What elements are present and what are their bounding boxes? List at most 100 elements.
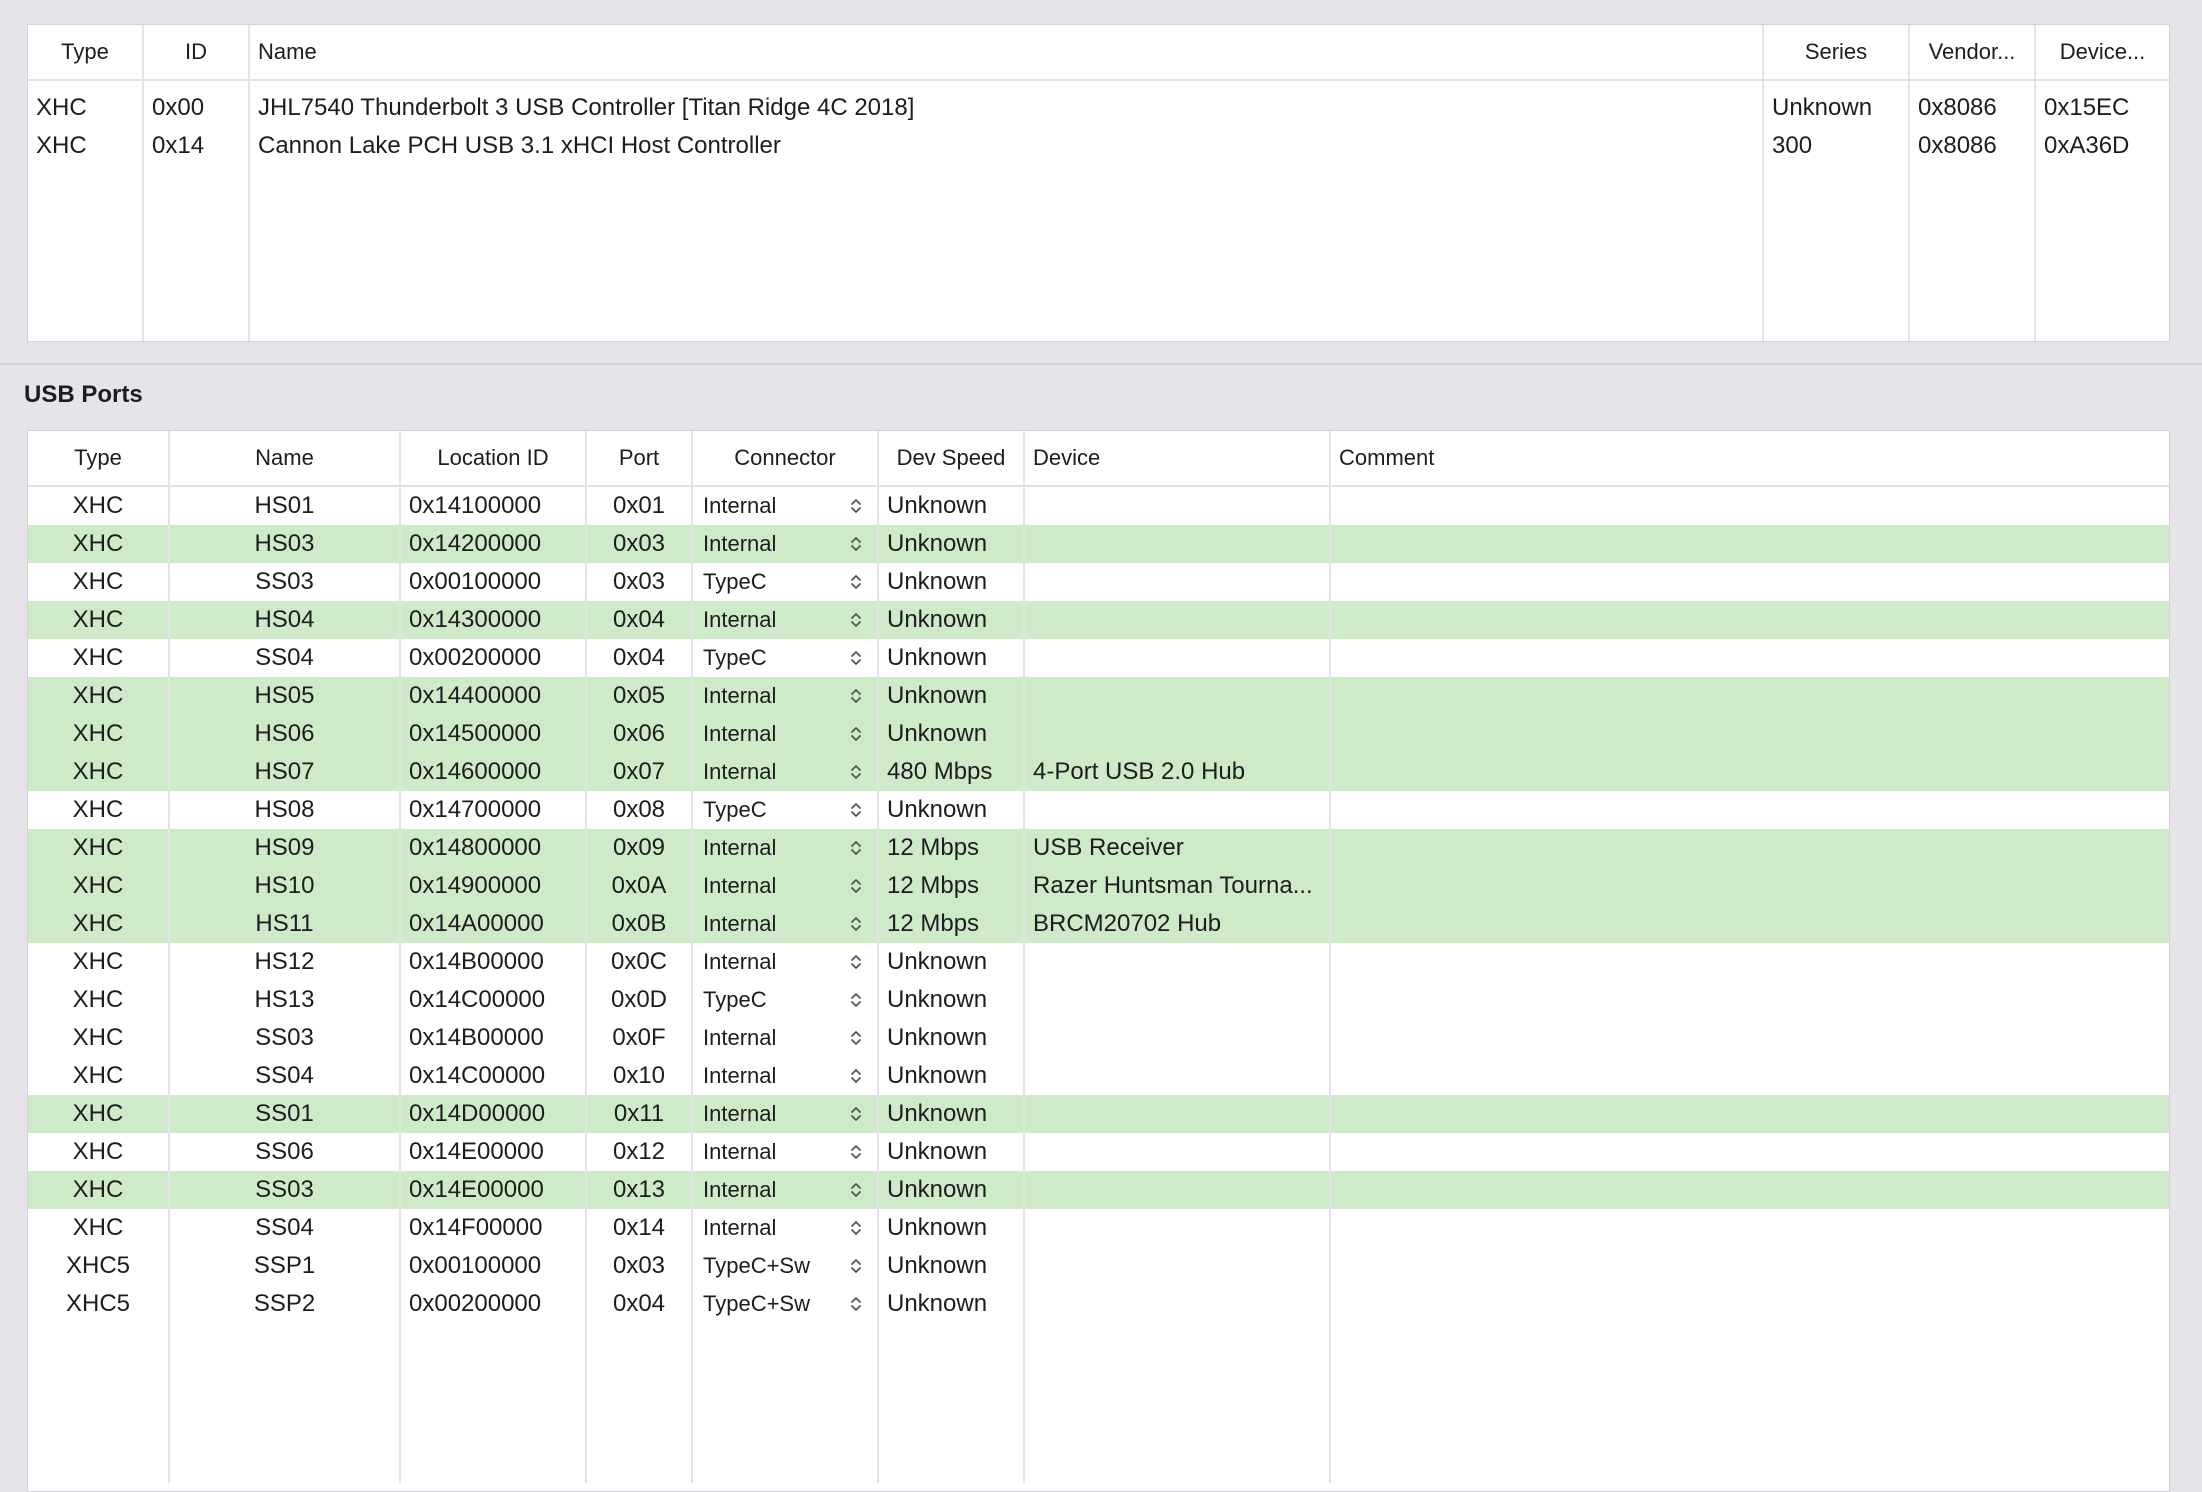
chevron-up-down-icon[interactable]	[849, 762, 863, 782]
usb-port-row[interactable]: XHC HS12 0x14B00000 0x0C Internal Unknown	[28, 943, 2169, 981]
connector-select[interactable]: Internal	[691, 905, 878, 943]
connector-popup[interactable]: TypeC	[694, 569, 877, 595]
port-comment-cell[interactable]	[1329, 639, 2169, 677]
column-header-dev-speed[interactable]: Dev Speed	[877, 431, 1024, 487]
column-header-device[interactable]: Device...	[2034, 25, 2169, 81]
port-comment-cell[interactable]	[1329, 1171, 2169, 1209]
usb-port-row[interactable]: XHC SS04 0x00200000 0x04 TypeC Unknown	[28, 639, 2169, 677]
connector-select[interactable]: Internal	[691, 1057, 878, 1095]
usb-port-row[interactable]: XHC HS11 0x14A00000 0x0B Internal 12 Mbps BRCM…	[28, 905, 2169, 943]
port-comment-cell[interactable]	[1329, 867, 2169, 905]
column-header-name[interactable]: Name	[168, 431, 400, 487]
port-comment-cell[interactable]	[1329, 563, 2169, 601]
usb-port-row[interactable]: XHC HS04 0x14300000 0x04 Internal Unknown	[28, 601, 2169, 639]
connector-select[interactable]: Internal	[691, 829, 878, 867]
chevron-up-down-icon[interactable]	[849, 1104, 863, 1124]
connector-select[interactable]: Internal	[691, 1171, 878, 1209]
connector-popup[interactable]: Internal	[694, 1101, 877, 1127]
connector-select[interactable]: TypeC+Sw	[691, 1247, 878, 1285]
connector-select[interactable]: Internal	[691, 1095, 878, 1133]
chevron-up-down-icon[interactable]	[849, 648, 863, 668]
port-comment-cell[interactable]	[1329, 1095, 2169, 1133]
connector-select[interactable]: Internal	[691, 715, 878, 753]
connector-popup[interactable]: Internal	[694, 607, 877, 633]
connector-popup[interactable]: Internal	[694, 721, 877, 747]
connector-popup[interactable]: TypeC+Sw	[694, 1253, 877, 1279]
column-header-id[interactable]: ID	[142, 25, 249, 81]
usb-port-row[interactable]: XHC HS10 0x14900000 0x0A Internal 12 Mbps Raze…	[28, 867, 2169, 905]
chevron-up-down-icon[interactable]	[849, 572, 863, 592]
usb-port-row[interactable]: XHC5 SSP2 0x00200000 0x04 TypeC+Sw Unknown	[28, 1285, 2169, 1323]
port-comment-cell[interactable]	[1329, 1133, 2169, 1171]
connector-popup[interactable]: Internal	[694, 835, 877, 861]
port-comment-cell[interactable]	[1329, 1057, 2169, 1095]
usb-port-row[interactable]: XHC SS01 0x14D00000 0x11 Internal Unknown	[28, 1095, 2169, 1133]
connector-select[interactable]: TypeC	[691, 791, 878, 829]
connector-select[interactable]: Internal	[691, 677, 878, 715]
port-comment-cell[interactable]	[1329, 525, 2169, 563]
controller-row[interactable]: XHC 0x14 Cannon Lake PCH USB 3.1 xHCI Host…	[28, 127, 2169, 165]
usb-port-row[interactable]: XHC HS06 0x14500000 0x06 Internal Unknown	[28, 715, 2169, 753]
column-header-name[interactable]: Name	[248, 25, 1763, 81]
usb-port-row[interactable]: XHC HS05 0x14400000 0x05 Internal Unknown	[28, 677, 2169, 715]
usb-port-row[interactable]: XHC HS07 0x14600000 0x07 Internal 480 Mbps 4-P…	[28, 753, 2169, 791]
usb-port-row[interactable]: XHC SS04 0x14C00000 0x10 Internal Unknown	[28, 1057, 2169, 1095]
connector-popup[interactable]: Internal	[694, 759, 877, 785]
connector-select[interactable]: TypeC+Sw	[691, 1285, 878, 1323]
connector-select[interactable]: Internal	[691, 1209, 878, 1247]
column-header-series[interactable]: Series	[1762, 25, 1909, 81]
usb-port-row[interactable]: XHC SS03 0x00100000 0x03 TypeC Unknown	[28, 563, 2169, 601]
usb-port-row[interactable]: XHC HS09 0x14800000 0x09 Internal 12 Mbps USB …	[28, 829, 2169, 867]
connector-select[interactable]: Internal	[691, 943, 878, 981]
port-comment-cell[interactable]	[1329, 829, 2169, 867]
chevron-up-down-icon[interactable]	[849, 686, 863, 706]
port-comment-cell[interactable]	[1329, 1285, 2169, 1323]
chevron-up-down-icon[interactable]	[849, 914, 863, 934]
port-comment-cell[interactable]	[1329, 1209, 2169, 1247]
chevron-up-down-icon[interactable]	[849, 1218, 863, 1238]
column-header-location-id[interactable]: Location ID	[399, 431, 586, 487]
chevron-up-down-icon[interactable]	[849, 534, 863, 554]
connector-popup[interactable]: Internal	[694, 911, 877, 937]
port-comment-cell[interactable]	[1329, 753, 2169, 791]
usb-port-row[interactable]: XHC HS08 0x14700000 0x08 TypeC Unknown	[28, 791, 2169, 829]
connector-popup[interactable]: Internal	[694, 493, 877, 519]
connector-select[interactable]: Internal	[691, 867, 878, 905]
port-comment-cell[interactable]	[1329, 981, 2169, 1019]
chevron-up-down-icon[interactable]	[849, 1180, 863, 1200]
controller-row[interactable]: XHC 0x00 JHL7540 Thunderbolt 3 USB Control…	[28, 80, 2169, 127]
connector-popup[interactable]: TypeC	[694, 797, 877, 823]
port-comment-cell[interactable]	[1329, 791, 2169, 829]
chevron-up-down-icon[interactable]	[849, 496, 863, 516]
connector-select[interactable]: Internal	[691, 1133, 878, 1171]
column-header-device[interactable]: Device	[1023, 431, 1330, 487]
connector-popup[interactable]: Internal	[694, 1139, 877, 1165]
connector-select[interactable]: TypeC	[691, 981, 878, 1019]
connector-select[interactable]: Internal	[691, 601, 878, 639]
chevron-up-down-icon[interactable]	[849, 876, 863, 896]
connector-popup[interactable]: TypeC	[694, 645, 877, 671]
connector-select[interactable]: TypeC	[691, 639, 878, 677]
usb-port-row[interactable]: XHC SS03 0x14B00000 0x0F Internal Unknown	[28, 1019, 2169, 1057]
port-comment-cell[interactable]	[1329, 715, 2169, 753]
column-header-port[interactable]: Port	[585, 431, 692, 487]
connector-select[interactable]: Internal	[691, 486, 878, 525]
connector-popup[interactable]: Internal	[694, 873, 877, 899]
chevron-up-down-icon[interactable]	[849, 1142, 863, 1162]
connector-select[interactable]: Internal	[691, 525, 878, 563]
chevron-up-down-icon[interactable]	[849, 800, 863, 820]
chevron-up-down-icon[interactable]	[849, 990, 863, 1010]
connector-select[interactable]: Internal	[691, 1019, 878, 1057]
chevron-up-down-icon[interactable]	[849, 1256, 863, 1276]
column-header-type[interactable]: Type	[28, 431, 169, 487]
chevron-up-down-icon[interactable]	[849, 1294, 863, 1314]
port-comment-cell[interactable]	[1329, 1019, 2169, 1057]
chevron-up-down-icon[interactable]	[849, 1028, 863, 1048]
connector-popup[interactable]: TypeC+Sw	[694, 1291, 877, 1317]
connector-select[interactable]: Internal	[691, 753, 878, 791]
connector-popup[interactable]: Internal	[694, 1215, 877, 1241]
chevron-up-down-icon[interactable]	[849, 610, 863, 630]
connector-popup[interactable]: Internal	[694, 531, 877, 557]
port-comment-cell[interactable]	[1329, 486, 2169, 525]
usb-port-row[interactable]: XHC SS03 0x14E00000 0x13 Internal Unknown	[28, 1171, 2169, 1209]
